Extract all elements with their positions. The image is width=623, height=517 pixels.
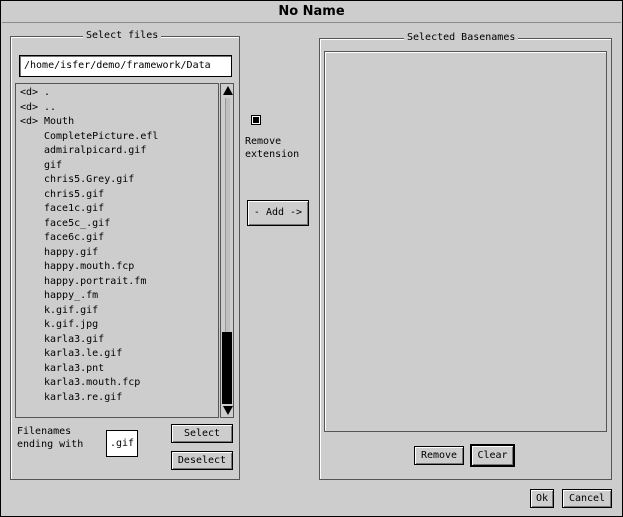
file-name: happy.portrait.fm <box>44 275 147 287</box>
file-name: karla3.re.gif <box>44 391 123 403</box>
file-list-item[interactable]: face1c.gif <box>20 202 104 216</box>
file-list-item[interactable]: face6c.gif <box>20 231 104 245</box>
file-list-item[interactable]: k.gif.jpg <box>20 318 98 332</box>
remove-button[interactable]: Remove <box>414 446 464 465</box>
file-name: happy_.fm <box>44 290 99 301</box>
ok-button[interactable]: Ok <box>530 489 554 508</box>
file-list-item[interactable]: <d>. <box>20 86 50 100</box>
file-name: karla3.gif <box>44 333 105 345</box>
file-list-item[interactable]: CompletePicture.efl <box>20 130 158 144</box>
file-name: .. <box>44 101 57 113</box>
file-name: face5c_.gif <box>44 217 111 229</box>
window-title: No Name <box>2 2 621 23</box>
file-list-item[interactable]: <d>.. <box>20 101 56 115</box>
file-name: chris5.gif <box>44 188 105 200</box>
remove-extension-label: Remove extension <box>245 136 300 160</box>
file-list-item[interactable]: karla3.gif <box>20 333 104 347</box>
file-list-item[interactable]: karla3.pnt <box>20 362 104 376</box>
file-name: happy.gif <box>44 246 99 258</box>
file-list-item[interactable]: <d> Mouth <box>20 115 74 129</box>
file-name: admiralpicard.gif <box>44 145 147 156</box>
file-name: CompletePicture.efl <box>44 130 159 142</box>
file-name: karla3.pnt <box>44 362 105 374</box>
deselect-button[interactable]: Deselect <box>171 451 233 470</box>
file-list-item[interactable]: k.gif.gif <box>20 304 98 318</box>
file-list-item[interactable]: happy_.fm <box>20 289 98 303</box>
file-list-scrollbar[interactable] <box>220 83 234 418</box>
scroll-thumb[interactable] <box>222 331 232 404</box>
file-name: face1c.gif <box>44 203 105 214</box>
add-button[interactable]: - Add -> <box>247 200 309 226</box>
directory-tag: <d> <box>20 87 39 98</box>
file-name: Mouth <box>44 116 75 127</box>
selected-basenames-title: Selected Basenames <box>404 32 519 44</box>
scroll-up-icon[interactable] <box>223 86 233 95</box>
file-list-item[interactable]: karla3.re.gif <box>20 391 122 405</box>
file-name: face6c.gif <box>44 232 105 243</box>
file-name: k.gif.jpg <box>44 319 99 330</box>
scroll-down-icon[interactable] <box>223 406 233 415</box>
filter-input[interactable]: .gif <box>106 430 138 457</box>
file-list-item[interactable]: face5c_.gif <box>20 217 110 231</box>
file-name: karla3.mouth.fcp <box>44 377 141 388</box>
directory-tag: <d> <box>20 101 39 113</box>
filter-label: Filenames ending with <box>17 426 84 450</box>
file-name: k.gif.gif <box>44 304 99 316</box>
file-name: happy.mouth.fcp <box>44 261 135 272</box>
remove-extension-checkbox[interactable] <box>251 115 261 125</box>
file-list-item[interactable]: gif <box>20 159 62 173</box>
file-name: gif <box>44 159 63 171</box>
file-list-item[interactable]: admiralpicard.gif <box>20 144 146 158</box>
file-name: karla3.le.gif <box>44 348 123 359</box>
file-list-item[interactable]: chris5.Grey.gif <box>20 173 134 187</box>
file-name: chris5.Grey.gif <box>44 174 135 185</box>
file-list-item[interactable]: happy.gif <box>20 246 98 260</box>
select-files-title: Select files <box>83 30 162 42</box>
directory-tag: <d> <box>20 116 39 127</box>
file-list-item[interactable]: happy.portrait.fm <box>20 275 146 289</box>
file-name: . <box>44 87 51 98</box>
file-list[interactable]: <d>. <d>.. <d> Mouth CompletePicture.efl admi… <box>15 83 219 418</box>
path-input[interactable]: /home/isfer/demo/framework/Data <box>19 55 232 77</box>
dialog-window: No Name Select files /home/isfer/demo/fr… <box>0 0 623 517</box>
file-list-item[interactable]: happy.mouth.fcp <box>20 260 134 274</box>
select-button[interactable]: Select <box>171 424 233 443</box>
cancel-button[interactable]: Cancel <box>562 489 612 508</box>
clear-button[interactable]: Clear <box>470 444 515 467</box>
file-list-item[interactable]: karla3.le.gif <box>20 347 122 361</box>
selected-basenames-list[interactable] <box>324 51 607 432</box>
file-list-item[interactable]: chris5.gif <box>20 188 104 202</box>
file-list-item[interactable]: karla3.mouth.fcp <box>20 376 140 390</box>
